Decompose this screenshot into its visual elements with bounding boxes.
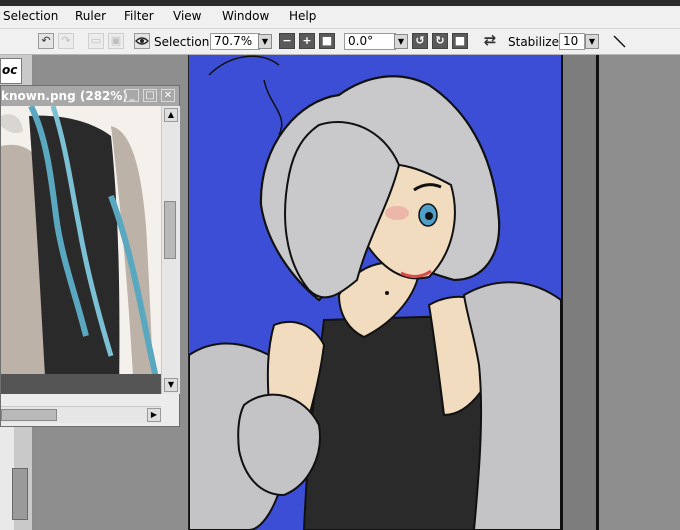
selection-toggle-label[interactable]: Selection xyxy=(154,35,209,49)
invert-selection-icon[interactable]: ▣ xyxy=(108,33,124,49)
deselect-icon[interactable]: ▭ xyxy=(88,33,104,49)
scroll-down-icon[interactable]: ▼ xyxy=(164,378,178,392)
navigator-preview[interactable] xyxy=(1,106,161,394)
undo-icon[interactable]: ↶ xyxy=(38,33,54,49)
menu-window[interactable]: Window xyxy=(222,9,269,23)
navigator-vertical-scrollbar[interactable]: ▲ ▼ xyxy=(161,106,180,394)
character-illustration xyxy=(189,55,561,530)
navigator-window[interactable]: known.png (282%) _ □ ✕ ▲ ▼ ▶ xyxy=(0,85,180,427)
zoom-out-icon[interactable]: − xyxy=(279,33,295,49)
left-panel-scrollbar[interactable] xyxy=(12,468,28,520)
page-edge xyxy=(596,55,599,530)
left-panel-tab[interactable]: oc xyxy=(0,58,22,84)
scroll-up-icon[interactable]: ▲ xyxy=(164,108,178,122)
menu-selection[interactable]: Selection xyxy=(3,9,58,23)
menu-help[interactable]: Help xyxy=(289,9,316,23)
minimize-icon[interactable]: _ xyxy=(125,89,139,102)
menu-ruler[interactable]: Ruler xyxy=(75,9,106,23)
rotate-cw-icon[interactable]: ↻ xyxy=(432,33,448,49)
scroll-right-icon[interactable]: ▶ xyxy=(147,408,161,422)
menu-bar: Selection Ruler Filter View Window Help xyxy=(0,6,680,29)
stabilizer-field[interactable]: 10 xyxy=(559,33,585,50)
reference-image-preview xyxy=(1,106,161,394)
vertical-scroll-thumb[interactable] xyxy=(164,201,176,259)
artwork-canvas[interactable] xyxy=(188,55,563,530)
zoom-field[interactable]: 70.7% xyxy=(210,33,260,50)
zoom-reset-icon[interactable]: ■ xyxy=(319,33,335,49)
rotate-ccw-icon[interactable]: ↺ xyxy=(412,33,428,49)
toolbar: ↶ ↷ ▭ ▣ Selection 70.7% ▼ − + ■ 0.0° ▼ ↺… xyxy=(0,29,680,55)
horizontal-scroll-thumb[interactable] xyxy=(1,409,57,421)
menu-filter[interactable]: Filter xyxy=(124,9,154,23)
redo-icon[interactable]: ↷ xyxy=(58,33,74,49)
zoom-in-icon[interactable]: + xyxy=(299,33,315,49)
close-icon[interactable]: ✕ xyxy=(161,89,175,102)
page-margin xyxy=(562,55,596,530)
menu-view[interactable]: View xyxy=(173,9,201,23)
rotation-reset-icon[interactable]: ■ xyxy=(452,33,468,49)
navigator-horizontal-scrollbar[interactable]: ▶ xyxy=(1,406,161,423)
restore-icon[interactable]: □ xyxy=(143,89,157,102)
eye-icon[interactable] xyxy=(134,33,150,49)
stabilizer-label: Stabilizer xyxy=(508,35,564,49)
navigator-title: known.png (282%) xyxy=(1,89,128,103)
flip-horizontal-icon[interactable]: ⇄ xyxy=(482,33,498,49)
navigator-title-bar[interactable]: known.png (282%) _ □ ✕ xyxy=(1,86,179,106)
rotation-field[interactable]: 0.0° xyxy=(344,33,396,50)
rotation-dropdown-icon[interactable]: ▼ xyxy=(394,34,408,49)
line-tool-icon[interactable] xyxy=(611,33,627,49)
stabilizer-dropdown-icon[interactable]: ▼ xyxy=(585,34,599,49)
zoom-dropdown-icon[interactable]: ▼ xyxy=(258,34,272,49)
